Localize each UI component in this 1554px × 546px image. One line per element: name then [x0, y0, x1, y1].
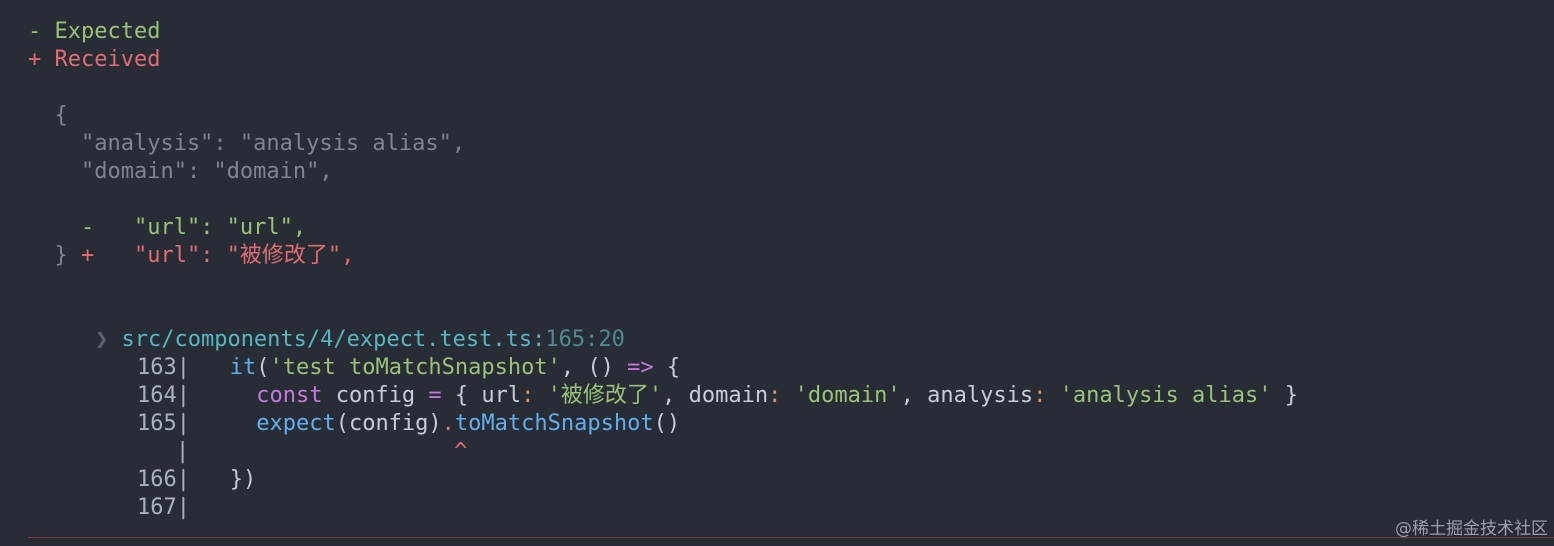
code-line-164: 164| const config = { url: '被修改了', domai…	[84, 354, 1298, 408]
diff-line-domain: "domain": "domain",	[28, 159, 333, 184]
token-comma: ,	[900, 383, 928, 408]
divider-line	[28, 537, 1554, 538]
diff-line-removed: - "url": "url",	[28, 186, 306, 240]
diff-close-brace: }	[28, 243, 68, 268]
code-line-165: 165| expect(config).toMatchSnapshot()	[84, 382, 680, 436]
token-call: ()	[653, 411, 681, 436]
line-number: 167	[136, 495, 177, 520]
diff-line-added: + "url": "被修改了",	[28, 214, 354, 268]
error-location: ❯ src/components/4/expect.test.ts:165:20	[42, 298, 625, 352]
error-caret: ^	[454, 439, 468, 464]
code-line-163: 163| it('test toMatchSnapshot', () => {	[84, 326, 680, 380]
token-method: toMatchSnapshot	[454, 411, 654, 436]
code-line-167: 167|	[84, 466, 190, 520]
token-analysis-value: 'analysis alias'	[1059, 383, 1272, 408]
diff-line-analysis: "analysis": "analysis alias",	[28, 131, 466, 156]
plus-marker: +	[80, 243, 95, 268]
watermark: @稀土掘金技术社区	[1395, 519, 1548, 539]
added-text: "url": "被修改了",	[94, 243, 355, 268]
token-close-obj: }	[1271, 383, 1299, 408]
token-key-analysis: analysis	[927, 383, 1034, 408]
code-line-166: 166| })	[84, 438, 256, 492]
token-key-domain: domain	[688, 383, 769, 408]
token-close: })	[229, 467, 257, 492]
terminal-output: - Expected + Received { "analysis": "ana…	[0, 0, 1554, 546]
code-line-caret: | ^	[84, 410, 467, 464]
token-domain-value: 'domain'	[794, 383, 901, 408]
expected-legend: - Expected	[28, 19, 161, 44]
gutter-separator: |	[176, 495, 190, 520]
token-colon: :	[768, 383, 795, 408]
received-legend: + Received	[28, 47, 161, 72]
token-colon: :	[1033, 383, 1060, 408]
diff-open-brace: {	[28, 103, 68, 128]
